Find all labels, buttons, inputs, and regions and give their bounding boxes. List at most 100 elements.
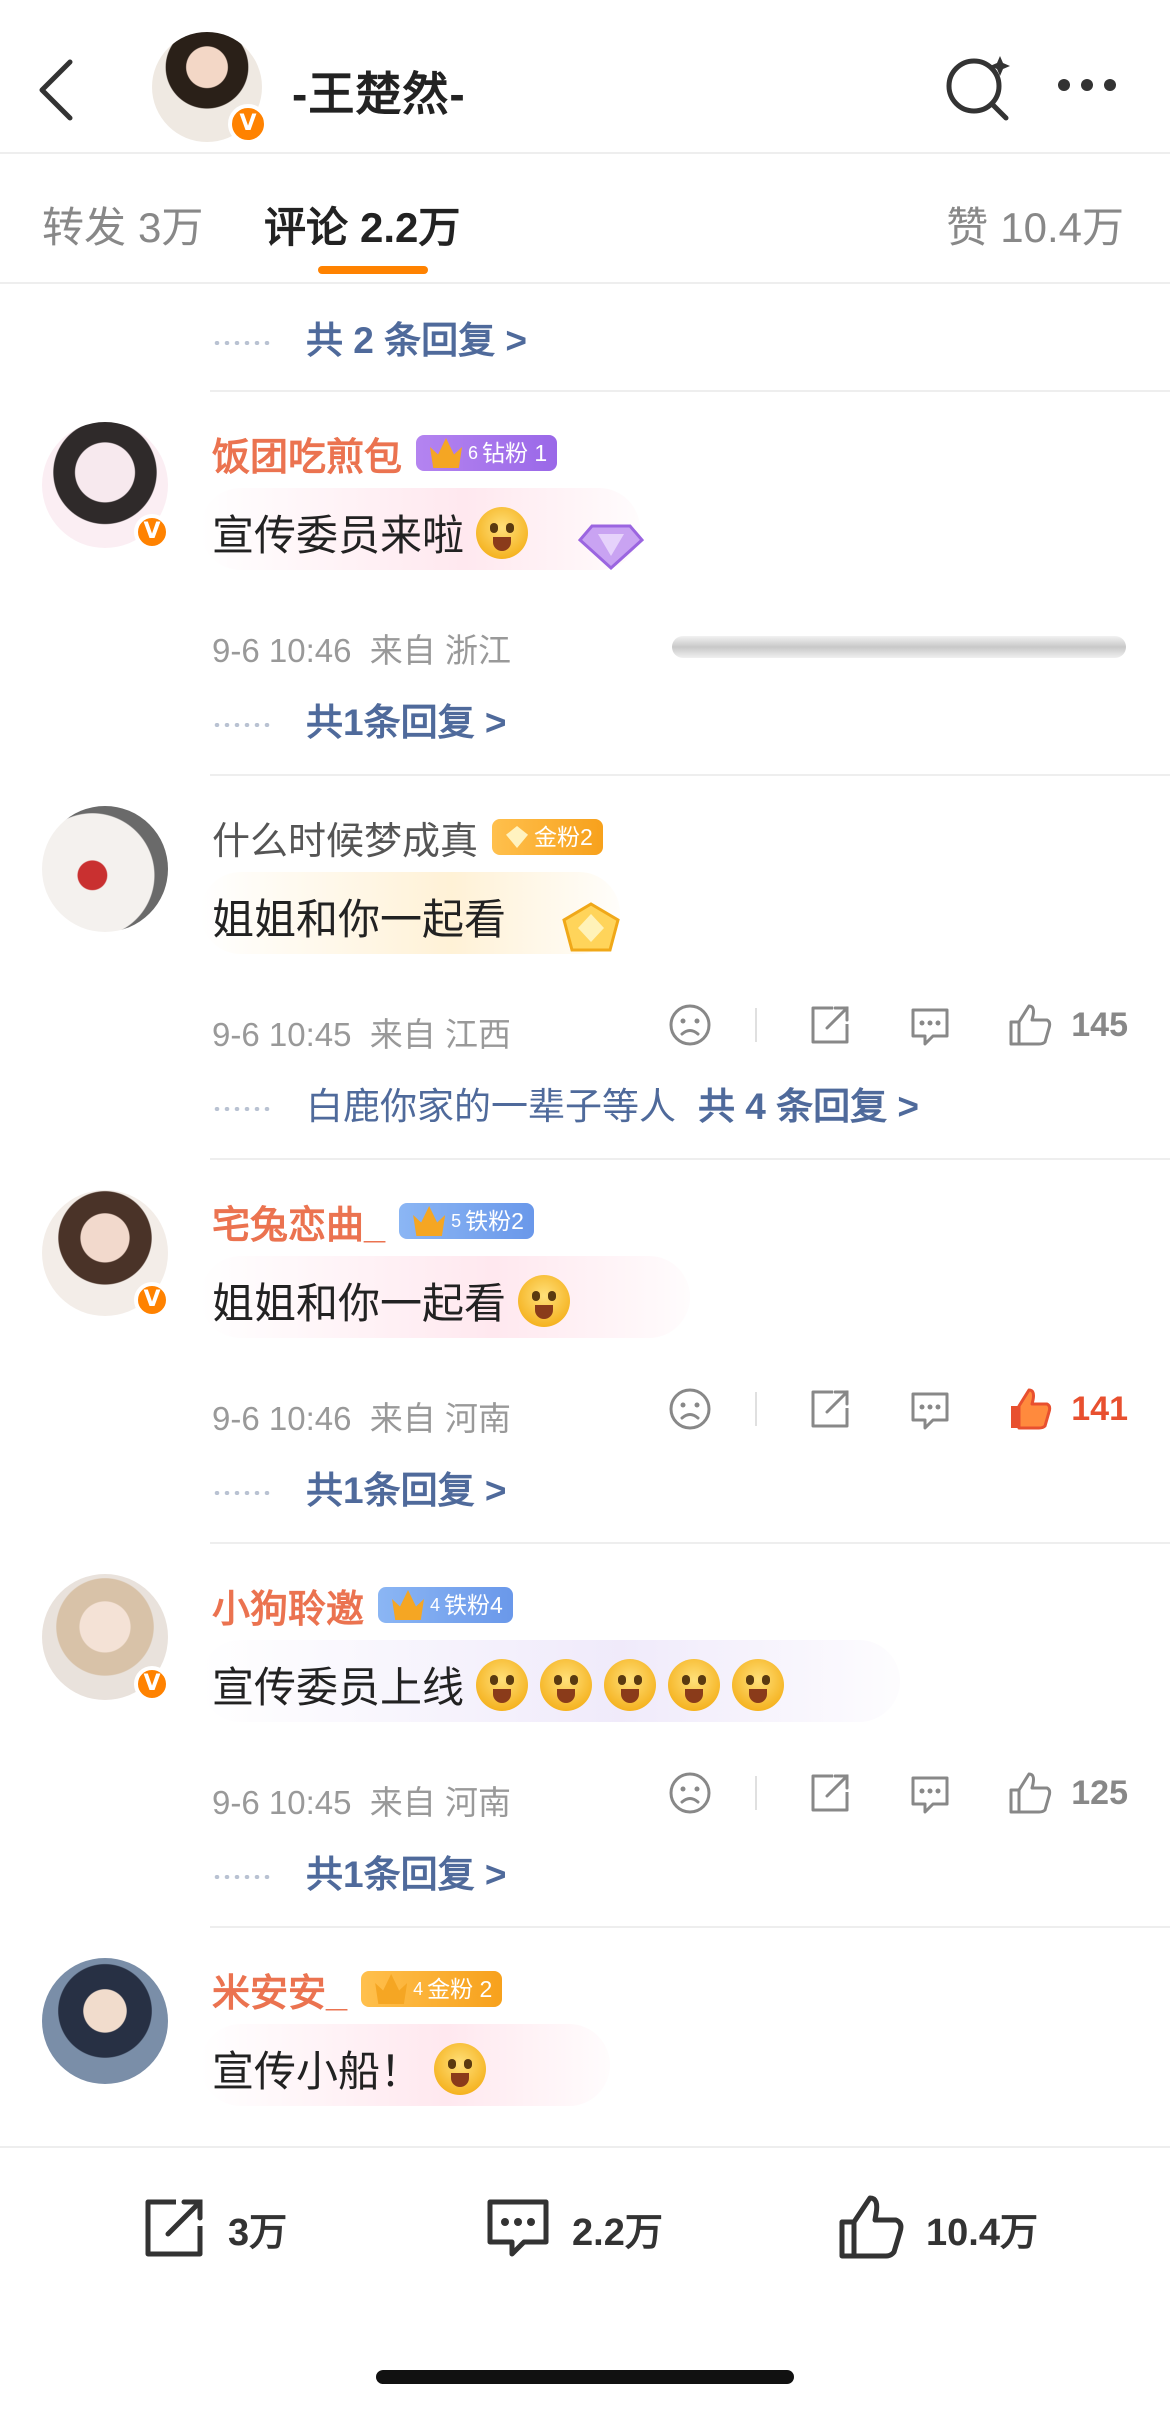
comment-text: 宣传委员来啦 — [212, 512, 465, 559]
comment-time: 9-6 10:46 — [212, 1400, 352, 1437]
thumbs-up-icon[interactable] — [1003, 1766, 1057, 1820]
comment-bubble-icon[interactable] — [903, 1382, 957, 1436]
tab-repost[interactable]: 转发 3万 — [42, 194, 203, 255]
repost-count: 3万 — [228, 2211, 288, 2254]
more-button[interactable] — [1058, 70, 1128, 100]
tab-comment-label: 评论 — [264, 204, 349, 251]
like-count: 145 — [1071, 1005, 1128, 1044]
commenter-avatar[interactable]: V — [42, 1574, 170, 1702]
comment-text: 宣传小船！ — [212, 2048, 423, 2095]
repost-button[interactable]: 3万 — [134, 2188, 287, 2268]
author-avatar[interactable]: V — [152, 32, 268, 144]
comment-location: 来自 河南 — [369, 1400, 511, 1437]
comment-item: V 宅兔恋曲_ 5 铁粉2 姐姐和你一起看 9-6 10:46 来自 河南 14… — [0, 1160, 1170, 1540]
comment-bubble-icon[interactable] — [903, 1766, 957, 1820]
commenter-avatar[interactable]: V — [42, 422, 170, 550]
comment-actions: 141 — [617, 1382, 1128, 1436]
comment-item: 米安安_ 4 金粉 2 宣传小船！ — [0, 1928, 1170, 2144]
reply-dots — [212, 341, 274, 346]
tab-like[interactable]: 赞 10.4万 — [946, 194, 1124, 255]
top-bar: V -王楚然- — [0, 0, 1170, 154]
fan-badge-label: 铁粉4 — [444, 1592, 503, 1618]
fan-level: 4 — [413, 1979, 424, 1999]
tab-repost-count: 3万 — [138, 204, 204, 251]
dislike-face-icon[interactable] — [663, 998, 717, 1052]
home-indicator[interactable] — [376, 2370, 794, 2384]
share-icon[interactable] — [803, 998, 857, 1052]
commenter-name[interactable]: 宅兔恋曲_ — [212, 1194, 385, 1249]
dislike-face-icon[interactable] — [663, 1766, 717, 1820]
active-tab-indicator — [318, 266, 428, 274]
commenter-name[interactable]: 米安安_ — [212, 1962, 347, 2017]
commenter-name-row: 宅兔恋曲_ 5 铁粉2 — [212, 1194, 534, 1249]
more-dot — [1104, 79, 1116, 91]
commenter-avatar[interactable] — [42, 1958, 168, 2084]
reply-link[interactable]: 白鹿你家的一辈子等人共 4 条回复 > — [212, 1076, 919, 1130]
share-icon[interactable] — [803, 1766, 857, 1820]
verified-badge: V — [134, 1282, 170, 1318]
commenter-avatar[interactable] — [42, 806, 168, 932]
share-icon[interactable] — [803, 1382, 857, 1436]
action-separator — [755, 1008, 758, 1042]
dislike-face-icon[interactable] — [663, 1382, 717, 1436]
comment-text-row: 宣传小船！ — [212, 2038, 487, 2099]
comment-time: 9-6 10:46 — [212, 632, 352, 669]
verified-badge: V — [134, 514, 170, 550]
emoji-icon — [668, 1658, 721, 1711]
comment-bubble-icon — [487, 2199, 549, 2257]
comment-bubble-icon[interactable] — [903, 998, 957, 1052]
fan-badge-label: 钻粉 1 — [482, 440, 548, 466]
page-title[interactable]: -王楚然- — [292, 58, 466, 124]
back-button[interactable] — [30, 50, 90, 130]
fan-badge: 4 金粉 2 — [361, 1971, 503, 2007]
tab-repost-label: 转发 — [42, 204, 127, 251]
like-count: 10.4万 — [926, 2211, 1038, 2254]
emoji-icon — [732, 1658, 785, 1711]
search-button[interactable] — [942, 50, 1014, 122]
comment-location: 来自 河南 — [369, 1784, 511, 1821]
reply-link[interactable]: 共1条回复 > — [212, 1844, 506, 1898]
reply-label: 共 2 条回复 > — [306, 320, 528, 361]
commenter-name[interactable]: 饭团吃煎包 — [212, 426, 402, 481]
tab-like-count: 10.4万 — [1000, 204, 1124, 251]
emoji-icon — [518, 1274, 571, 1327]
reply-link[interactable]: 共1条回复 > — [212, 692, 506, 746]
gem-icon — [506, 826, 529, 848]
gold-gem-decoration-icon — [562, 902, 620, 952]
comment-time: 9-6 10:45 — [212, 1016, 352, 1053]
emoji-icon — [540, 1658, 593, 1711]
comment-text-row: 宣传委员来啦 — [212, 502, 529, 563]
thumbs-up-icon[interactable] — [1003, 998, 1057, 1052]
fan-badge: 5 铁粉2 — [399, 1203, 534, 1239]
comment-item: V 饭团吃煎包 6 钻粉 1 宣传委员来啦 9-6 10:46 来自 浙江 共1… — [0, 392, 1170, 772]
crown-icon — [413, 1206, 446, 1236]
blurred-actions — [672, 636, 1126, 658]
crown-icon — [430, 438, 463, 468]
fan-badge: 金粉2 — [492, 819, 603, 855]
comment-text: 宣传委员上线 — [212, 1664, 465, 1711]
more-dots-icon — [1058, 79, 1070, 91]
reply-link[interactable]: 共 2 条回复 > — [212, 310, 527, 364]
fan-badge-label: 金粉2 — [534, 824, 593, 850]
more-dot — [1081, 79, 1093, 91]
commenter-name-row: 小狗聆邀 4 铁粉4 — [212, 1578, 513, 1633]
comment-text: 姐姐和你一起看 — [212, 1280, 507, 1327]
thumbs-up-filled-icon[interactable] — [1003, 1382, 1057, 1436]
tab-comment[interactable]: 评论 2.2万 — [264, 194, 460, 255]
verified-badge: V — [228, 104, 268, 144]
fan-badge: 6 钻粉 1 — [416, 435, 558, 471]
reply-link[interactable]: 共1条回复 > — [212, 1460, 506, 1514]
comment-item: V 小狗聆邀 4 铁粉4 宣传委员上线 9-6 10:45 来自 河南 125 … — [0, 1544, 1170, 1924]
comment-actions: 145 — [617, 998, 1128, 1052]
comment-button[interactable]: 2.2万 — [478, 2188, 663, 2268]
like-count: 141 — [1071, 1389, 1128, 1428]
reply-label: 共1条回复 > — [306, 702, 507, 743]
comment-location: 来自 浙江 — [369, 632, 511, 669]
commenter-name[interactable]: 什么时候梦成真 — [212, 810, 478, 865]
tab-comment-count: 2.2万 — [360, 204, 461, 251]
like-button[interactable]: 10.4万 — [832, 2188, 1038, 2268]
commenter-avatar[interactable]: V — [42, 1190, 170, 1318]
commenter-name[interactable]: 小狗聆邀 — [212, 1578, 364, 1633]
commenter-name-row: 饭团吃煎包 6 钻粉 1 — [212, 426, 558, 481]
commenter-name-row: 什么时候梦成真 金粉2 — [212, 810, 603, 865]
